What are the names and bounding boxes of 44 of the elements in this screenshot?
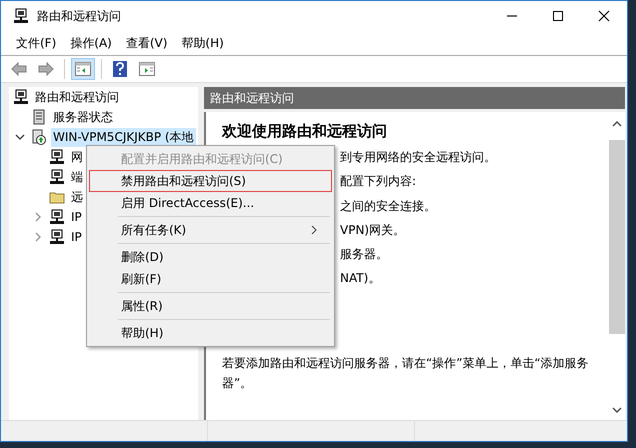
pane-header: 路由和远程访问 (204, 87, 625, 109)
tree-item[interactable]: IP (69, 209, 84, 225)
tree-item[interactable]: IP (69, 229, 84, 245)
computer-icon (49, 229, 65, 245)
computer-icon (49, 149, 65, 165)
menu-item[interactable]: 帮助(H) (174, 34, 231, 52)
menu-item[interactable]: 删除(D) (89, 246, 332, 268)
collapse-icon[interactable] (15, 132, 25, 142)
menu-item[interactable]: 文件(F) (9, 34, 64, 52)
menu-item[interactable]: 启用 DirectAccess(E)... (89, 192, 332, 214)
server-icon (31, 129, 47, 145)
menu-item[interactable]: 属性(R) (89, 295, 332, 317)
description-line: 服务器。 (340, 246, 389, 264)
expand-icon[interactable] (33, 232, 43, 242)
close-icon (598, 10, 610, 22)
menu-item[interactable]: 查看(V) (118, 34, 174, 52)
description-line: NAT)。 (340, 270, 382, 288)
menu-item[interactable]: 所有任务(K) (89, 219, 332, 241)
description-line: 之间的安全连接。 (340, 198, 437, 215)
computer-icon (49, 169, 65, 185)
maximize-icon (552, 10, 564, 22)
app-icon (13, 8, 29, 24)
tree-item[interactable]: 远 (69, 188, 85, 206)
computer-icon (49, 209, 65, 225)
scroll-up-icon[interactable] (611, 120, 623, 128)
menu-item[interactable]: 操作(A) (63, 34, 119, 52)
tree-toggle-button[interactable] (71, 58, 95, 80)
tree-item[interactable]: 服务器状态 (51, 108, 115, 126)
tree-item[interactable]: 网 (69, 148, 85, 166)
tree-item[interactable]: 端 (69, 168, 85, 186)
scroll-down-icon[interactable] (611, 406, 623, 414)
tree-item[interactable]: 路由和远程访问 (33, 88, 121, 106)
server-icon (31, 109, 47, 125)
expand-icon[interactable] (33, 212, 43, 222)
description-line: 到专用网络的安全远程访问。 (340, 149, 497, 166)
instruction-text: 若要添加路由和远程访问服务器，请在“操作”菜单上，单击“添加服务器”。 (222, 354, 590, 392)
welcome-title: 欢迎使用路由和远程访问 (222, 122, 388, 141)
menu-item[interactable]: 禁用路由和远程访问(S) (89, 170, 332, 192)
description-line: VPN)网关。 (340, 222, 406, 239)
description-line: 配置下列内容: (340, 173, 418, 190)
menu-item[interactable]: 帮助(H) (89, 322, 332, 344)
window-title: 路由和远程访问 (37, 8, 121, 24)
tree-item[interactable]: WIN-VPM5CJKJKBP (本地 (51, 128, 196, 146)
menu-item[interactable]: 刷新(F) (89, 268, 332, 290)
